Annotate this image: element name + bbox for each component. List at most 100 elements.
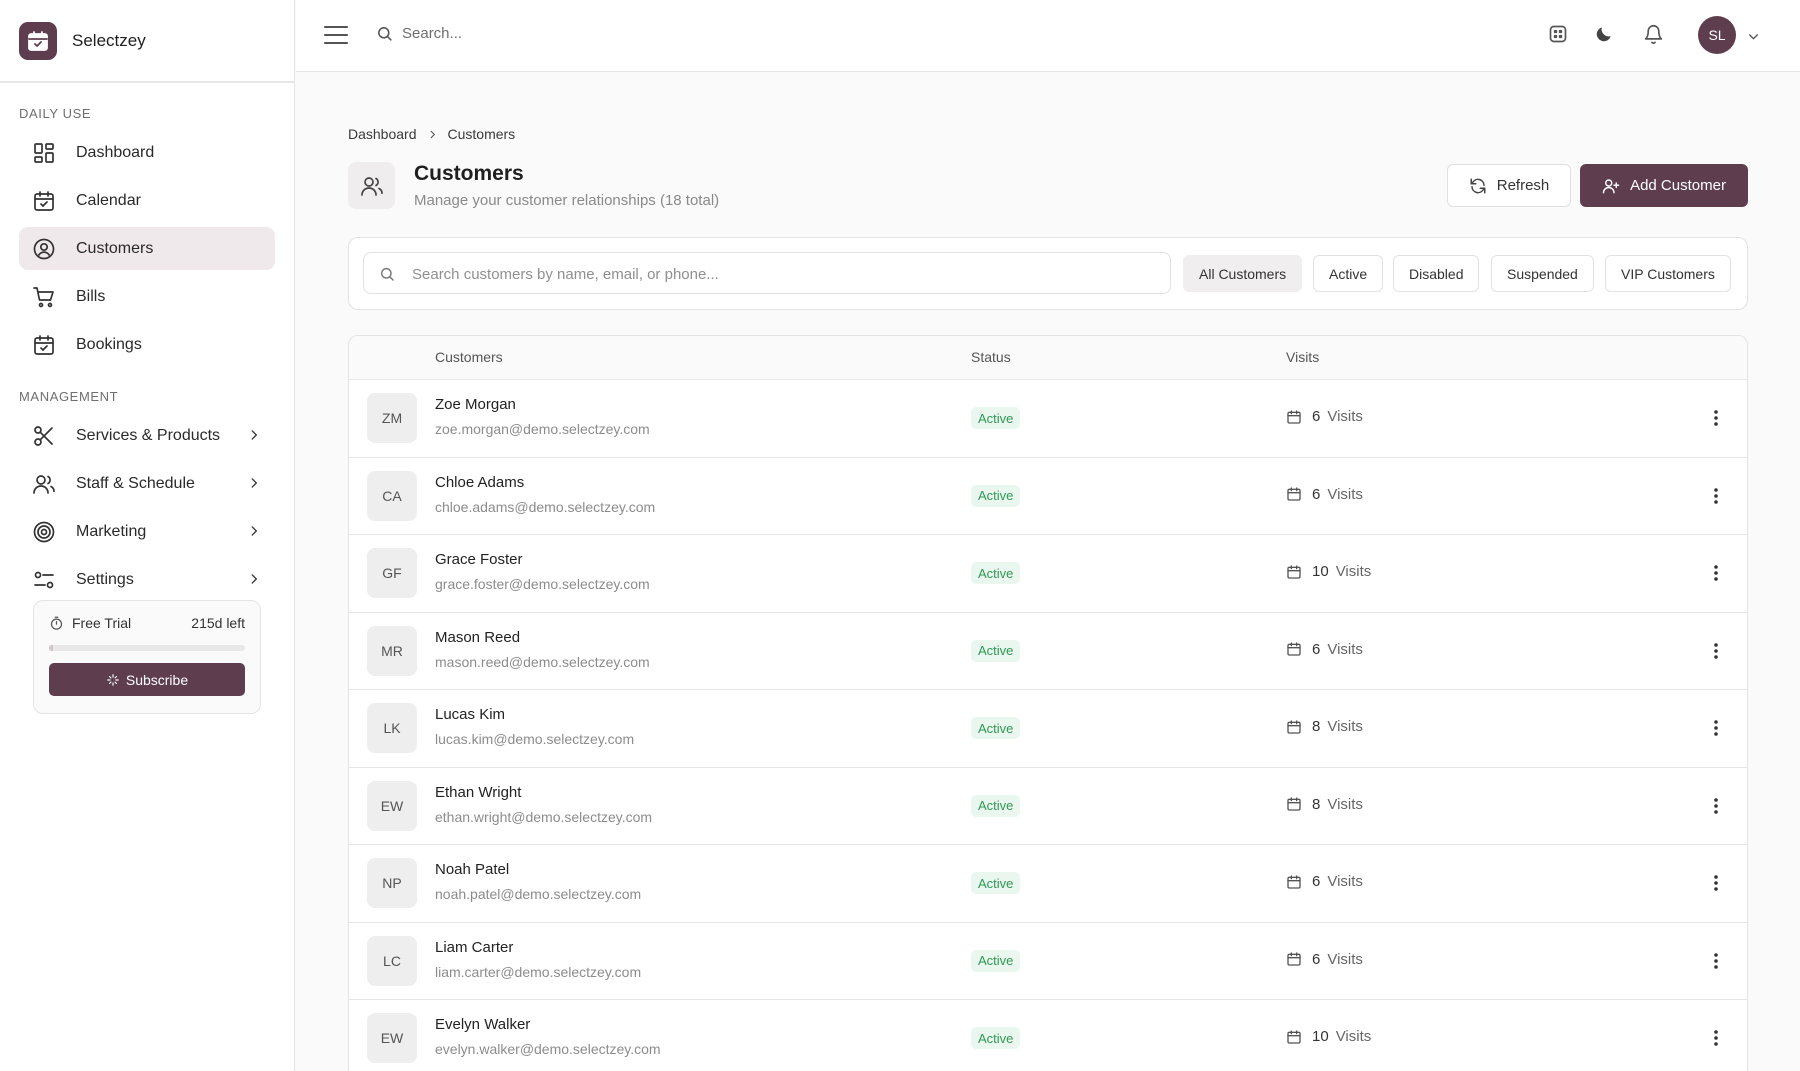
status-badge: Active xyxy=(971,794,1021,817)
row-actions-menu[interactable] xyxy=(1705,640,1727,662)
customer-initials: ZM xyxy=(381,410,403,426)
visits-unit: Visits xyxy=(1335,563,1372,580)
calendar-icon xyxy=(1287,564,1301,579)
status-badge: Active xyxy=(971,484,1021,507)
calendar-icon xyxy=(1287,719,1301,734)
customer-email: noah.patel@demo.selectzey.com xyxy=(435,886,642,902)
user-initials: SL xyxy=(1708,27,1726,43)
row-actions-menu[interactable] xyxy=(1705,407,1727,429)
column-header-customers[interactable]: Customers xyxy=(435,349,503,365)
customer-name[interactable]: Ethan Wright xyxy=(435,784,521,801)
customer-name[interactable]: Evelyn Walker xyxy=(435,1016,530,1033)
row-actions-menu[interactable] xyxy=(1705,872,1727,894)
sidebar-item-bookings[interactable]: Bookings xyxy=(19,323,275,366)
visits-count: 6 Visits xyxy=(1286,408,1363,425)
table-body: ZM Zoe Morgan zoe.morgan@demo.selectzey.… xyxy=(349,380,1747,1071)
sidebar-item-staff[interactable]: Staff & Schedule xyxy=(19,462,275,505)
row-actions-menu[interactable] xyxy=(1705,950,1727,972)
visits-unit: Visits xyxy=(1327,795,1363,813)
filter-disabled[interactable]: Disabled xyxy=(1393,255,1480,292)
customer-name[interactable]: Mason Reed xyxy=(435,629,520,646)
trial-card: Free Trial 215d left Subscribe xyxy=(33,600,261,714)
table-row[interactable]: ZM Zoe Morgan zoe.morgan@demo.selectzey.… xyxy=(349,380,1747,458)
cart-icon xyxy=(33,286,54,307)
table-row[interactable]: MR Mason Reed mason.reed@demo.selectzey.… xyxy=(349,613,1747,690)
status-badge: Active xyxy=(971,1027,1021,1049)
moon-icon[interactable] xyxy=(1594,24,1614,44)
visits-number: 6 xyxy=(1312,640,1321,658)
chevron-down-icon[interactable] xyxy=(1747,30,1760,43)
row-actions-menu[interactable] xyxy=(1705,1027,1727,1049)
subscribe-button[interactable]: Subscribe xyxy=(49,663,245,696)
column-header-status[interactable]: Status xyxy=(971,349,1011,365)
subscribe-label: Subscribe xyxy=(125,671,189,688)
table-row[interactable]: EW Evelyn Walker evelyn.walker@demo.sele… xyxy=(349,1000,1747,1071)
apps-icon[interactable] xyxy=(1548,24,1568,44)
table-row[interactable]: GF Grace Foster grace.foster@demo.select… xyxy=(349,535,1747,613)
customer-name[interactable]: Lucas Kim xyxy=(435,706,505,723)
customer-search-input[interactable] xyxy=(412,261,1152,287)
more-vertical-icon xyxy=(1714,720,1718,736)
customer-avatar: GF xyxy=(367,548,417,598)
sidebar-item-calendar[interactable]: Calendar xyxy=(19,179,275,222)
filter-suspended[interactable]: Suspended xyxy=(1491,255,1594,292)
customer-name[interactable]: Chloe Adams xyxy=(435,474,524,491)
customer-search-box[interactable] xyxy=(363,252,1171,294)
calendar-icon xyxy=(1287,797,1301,811)
menu-icon[interactable] xyxy=(323,24,349,46)
customer-name[interactable]: Noah Patel xyxy=(435,861,509,878)
sidebar-item-bills[interactable]: Bills xyxy=(19,275,275,318)
filter-active[interactable]: Active xyxy=(1313,255,1384,292)
sidebar-item-label: Dashboard xyxy=(76,143,155,161)
row-actions-menu[interactable] xyxy=(1705,795,1727,817)
sidebar-item-settings[interactable]: Settings xyxy=(19,558,275,601)
row-actions-menu[interactable] xyxy=(1705,485,1727,507)
sidebar-item-customers[interactable]: Customers xyxy=(19,227,275,270)
table-row[interactable]: LK Lucas Kim lucas.kim@demo.selectzey.co… xyxy=(349,690,1747,768)
filter-all-customers[interactable]: All Customers xyxy=(1183,255,1303,292)
scissors-icon xyxy=(34,425,53,446)
bookings-icon xyxy=(34,334,54,355)
visits-number: 8 xyxy=(1312,795,1321,813)
more-vertical-icon xyxy=(1714,875,1718,891)
calendar-icon xyxy=(34,190,54,211)
breadcrumb-root[interactable]: Dashboard xyxy=(348,126,417,142)
calendar-icon xyxy=(1287,487,1301,501)
column-header-visits[interactable]: Visits xyxy=(1286,349,1319,365)
more-vertical-icon xyxy=(1714,952,1718,969)
table-row[interactable]: CA Chloe Adams chloe.adams@demo.selectze… xyxy=(349,458,1747,535)
row-actions-menu[interactable] xyxy=(1705,562,1727,584)
table-row[interactable]: NP Noah Patel noah.patel@demo.selectzey.… xyxy=(349,845,1747,923)
sidebar-item-dashboard[interactable]: Dashboard xyxy=(19,131,275,174)
row-actions-menu[interactable] xyxy=(1705,717,1727,739)
table-row[interactable]: EW Ethan Wright ethan.wright@demo.select… xyxy=(349,768,1747,845)
visits-number: 10 xyxy=(1312,1028,1329,1045)
add-customer-button[interactable]: Add Customer xyxy=(1580,164,1748,207)
refresh-button[interactable]: Refresh xyxy=(1447,164,1571,207)
global-search-input[interactable] xyxy=(402,20,702,46)
status-badge: Active xyxy=(971,562,1021,584)
customer-name[interactable]: Liam Carter xyxy=(435,939,513,956)
customer-name[interactable]: Grace Foster xyxy=(435,551,523,568)
calendar-icon xyxy=(1287,409,1301,424)
user-avatar[interactable]: SL xyxy=(1698,16,1736,54)
customers-table: Customers Status Visits ZM Zoe Morgan zo… xyxy=(348,335,1748,1071)
visits-unit: Visits xyxy=(1327,640,1363,658)
visits-count: 8 Visits xyxy=(1286,718,1363,735)
bell-icon[interactable] xyxy=(1643,24,1664,45)
filter-vip-customers[interactable]: VIP Customers xyxy=(1605,255,1731,292)
customer-avatar: LC xyxy=(367,935,417,986)
section-label-daily: DAILY USE xyxy=(19,106,92,121)
customer-name[interactable]: Zoe Morgan xyxy=(435,396,516,413)
brand-logo-icon xyxy=(19,21,57,60)
sidebar-item-marketing[interactable]: Marketing xyxy=(19,510,275,553)
target-icon xyxy=(33,521,55,542)
customer-email: chloe.adams@demo.selectzey.com xyxy=(435,498,656,515)
sidebar-item-label: Services & Products xyxy=(76,426,221,444)
sidebar-item-services[interactable]: Services & Products xyxy=(19,414,275,457)
sparkles-icon xyxy=(107,673,119,686)
brand[interactable]: Selectzey xyxy=(0,0,294,83)
refresh-label: Refresh xyxy=(1496,177,1550,194)
table-row[interactable]: LC Liam Carter liam.carter@demo.selectze… xyxy=(349,923,1747,1000)
sidebar-item-label: Calendar xyxy=(76,191,141,209)
